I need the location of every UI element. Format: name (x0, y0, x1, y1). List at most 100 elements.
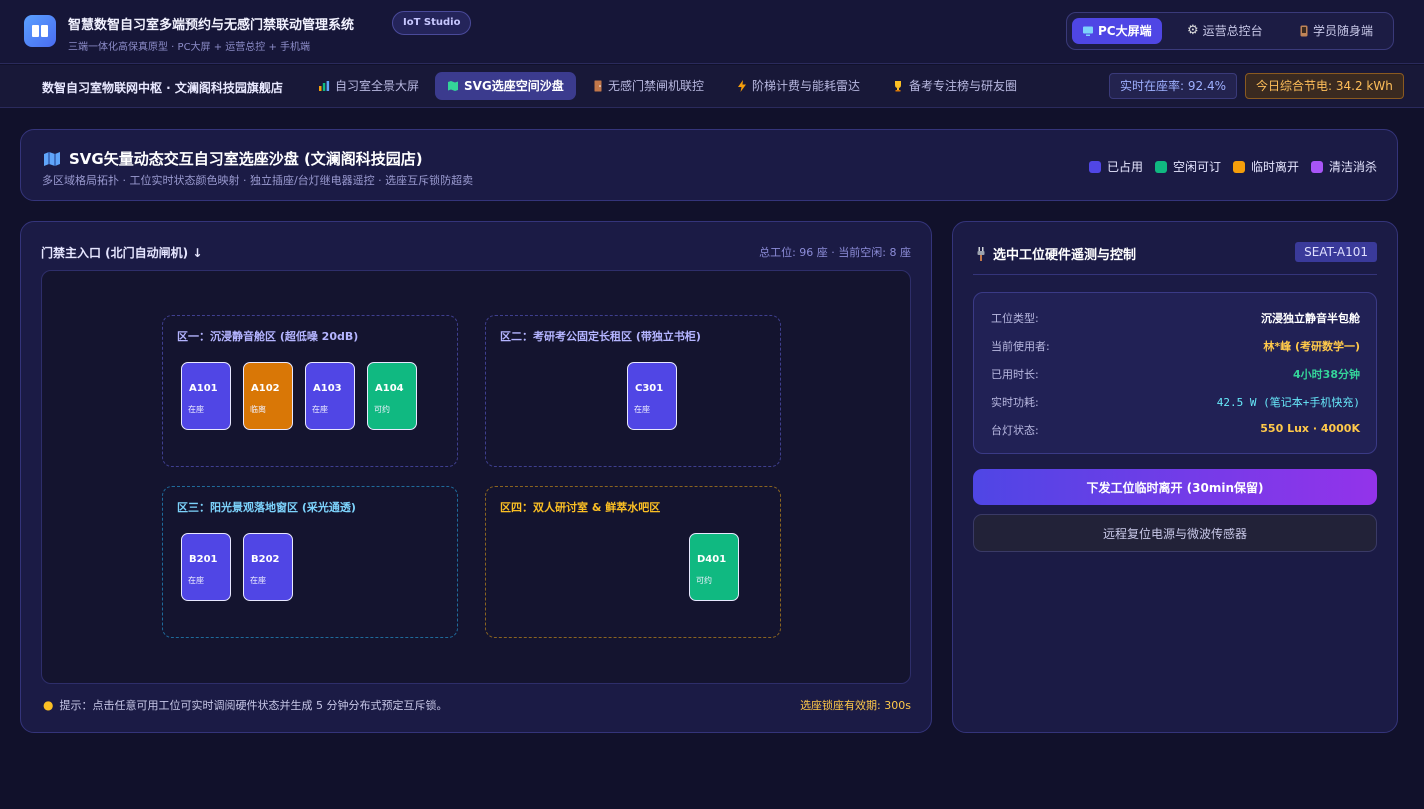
seat-A103[interactable]: A103 在座 (305, 362, 355, 430)
chart-icon (319, 81, 330, 91)
remote-reset-button[interactable]: 远程复位电源与微波传感器 (973, 514, 1377, 552)
zone-title: 区四：双人研讨室 & 鲜萃水吧区 (500, 501, 661, 514)
mode-mobile-button[interactable]: 学员随身端 (1289, 18, 1383, 44)
legend-cleaning: 清洁消杀 (1310, 158, 1377, 175)
tab-label: SVG选座空间沙盘 (464, 79, 564, 93)
mode-label: 运营总控台 (1202, 24, 1263, 38)
capacity-label: 总工位: 96 座 · 当前空闲: 8 座 (759, 246, 911, 259)
tab-billing-energy[interactable]: 阶梯计费与能耗雷达 (725, 72, 872, 100)
tip-text: 提示：点击任意可用工位可实时调阅硬件状态并生成 5 分钟分布式预定互斥锁。 (59, 699, 448, 712)
tab-dashboard[interactable]: 自习室全景大屏 (306, 72, 431, 100)
telemetry-row-lamp: 台灯状态: 550 Lux · 4000K (991, 422, 1360, 440)
zone-title: 区二：考研考公固定长租区 (带独立书柜) (500, 330, 701, 343)
seat-id: A102 (251, 383, 280, 394)
seat-control-panel: 选中工位硬件遥测与控制 SEAT-A101 工位类型: 沉浸独立静音半包舱 当前… (952, 221, 1398, 733)
zone-title: 区三：阳光景观落地窗区 (采光通透) (177, 501, 356, 514)
telemetry-row-duration: 已用时长: 4小时38分钟 (991, 366, 1360, 384)
telemetry-value: 林*峰 (考研数学一) (1263, 340, 1360, 353)
app-badge: IoT Studio (392, 11, 472, 35)
telemetry-label: 工位类型: (991, 312, 1039, 325)
seat-status: 可约 (696, 576, 712, 585)
energy-saving-badge: 今日综合节电: 34.2 kWh (1245, 73, 1404, 99)
seat-D401[interactable]: D401 可约 (689, 533, 739, 601)
seat-status: 可约 (374, 405, 390, 414)
legend-swatch (1154, 160, 1167, 173)
seat-id: D401 (697, 554, 727, 565)
seat-B201[interactable]: B201 在座 (181, 533, 231, 601)
tab-label: 备考专注榜与研友圈 (909, 79, 1018, 93)
telemetry-value: 沉浸独立静音半包舱 (1261, 312, 1360, 325)
temporary-leave-button[interactable]: 下发工位临时离开 (30min保留) (973, 469, 1377, 505)
lock-validity: 选座锁座有效期: 300s (800, 699, 911, 712)
entrance-label: 门禁主入口 (北门自动闸机) ↓ (41, 246, 203, 260)
app-title: 智慧数智自习室多端预约与无感门禁联动管理系统 (68, 18, 355, 33)
seat-A102[interactable]: A102 临离 (243, 362, 293, 430)
tab-seat-map[interactable]: SVG选座空间沙盘 (435, 72, 576, 100)
telemetry-value: 4小时38分钟 (1293, 368, 1360, 381)
seat-C301[interactable]: C301 在座 (627, 362, 677, 430)
monitor-icon (1083, 26, 1093, 36)
zone-long-term-rental: 区二：考研考公固定长租区 (带独立书柜) C301 在座 (485, 315, 781, 467)
tab-leaderboard[interactable]: 备考专注榜与研友圈 (880, 72, 1029, 100)
telemetry-value: 42.5 W (笔记本+手机快充) (1216, 396, 1360, 409)
nav-bar: 数智自习室物联网中枢 · 文澜阁科技园旗舰店 自习室全景大屏 SVG选座空间沙盘… (0, 65, 1424, 108)
telemetry-label: 实时功耗: (991, 396, 1039, 409)
telemetry-row-type: 工位类型: 沉浸独立静音半包舱 (991, 310, 1360, 328)
trophy-icon (895, 81, 901, 92)
top-header: 智慧数智自习室多端预约与无感门禁联动管理系统 IoT Studio 三端一体化高… (0, 0, 1424, 64)
lightbulb-icon: ● (43, 698, 54, 712)
zone-window-view: 区三：阳光景观落地窗区 (采光通透) B201 在座 B202 在座 (162, 486, 458, 638)
tab-label: 阶梯计费与能耗雷达 (752, 79, 861, 93)
map-icon (44, 151, 60, 166)
tab-label: 自习室全景大屏 (335, 79, 420, 93)
tab-label: 无感门禁闸机联控 (608, 79, 705, 93)
book-icon (32, 25, 48, 37)
control-title-text: 选中工位硬件遥测与控制 (993, 248, 1137, 263)
mode-switch: PC大屏端 ⚙ 运营总控台 学员随身端 (1066, 12, 1394, 50)
seat-id: A101 (189, 383, 218, 394)
seat-id: A103 (313, 383, 342, 394)
gear-icon: ⚙ (1187, 23, 1199, 38)
seat-status: 临离 (250, 405, 266, 414)
seat-id: A104 (375, 383, 404, 394)
mode-ops-button[interactable]: ⚙ 运营总控台 (1177, 18, 1273, 44)
legend-swatch (1232, 160, 1245, 173)
app-subtitle: 三端一体化高保真原型 · PC大屏 + 运营总控 + 手机端 (68, 42, 311, 53)
mode-pc-button[interactable]: PC大屏端 (1072, 18, 1162, 44)
telemetry-row-user: 当前使用者: 林*峰 (考研数学一) (991, 338, 1360, 356)
legend-label: 已占用 (1106, 160, 1143, 174)
seat-sandbox: 区一：沉浸静音舱区 (超低噪 20dB) A101 在座 A102 临离 A10… (41, 270, 911, 684)
control-title: 选中工位硬件遥测与控制 (977, 244, 1136, 263)
legend-away: 临时离开 (1232, 158, 1299, 175)
legend-occupied: 已占用 (1088, 158, 1143, 175)
legend-free: 空闲可订 (1154, 158, 1221, 175)
telemetry-label: 当前使用者: (991, 340, 1050, 353)
zone-silent-pods: 区一：沉浸静音舱区 (超低噪 20dB) A101 在座 A102 临离 A10… (162, 315, 458, 467)
door-icon (594, 80, 602, 92)
selected-seat-code: SEAT-A101 (1295, 242, 1377, 262)
legend-label: 清洁消杀 (1328, 160, 1377, 174)
legend-swatch (1088, 160, 1101, 173)
telemetry-label: 已用时长: (991, 368, 1039, 381)
telemetry-card: 工位类型: 沉浸独立静音半包舱 当前使用者: 林*峰 (考研数学一) 已用时长:… (973, 292, 1377, 454)
seat-A104[interactable]: A104 可约 (367, 362, 417, 430)
tab-gate-control[interactable]: 无感门禁闸机联控 (581, 72, 716, 100)
seat-status: 在座 (250, 576, 266, 585)
seat-A101[interactable]: A101 在座 (181, 362, 231, 430)
status-legend: 已占用 空闲可订 临时离开 清洁消杀 (1088, 158, 1377, 175)
plug-icon (977, 246, 985, 261)
seat-status: 在座 (634, 405, 650, 414)
legend-swatch (1310, 160, 1323, 173)
divider (973, 274, 1377, 275)
telemetry-label: 台灯状态: (991, 424, 1039, 437)
seat-B202[interactable]: B202 在座 (243, 533, 293, 601)
seat-status: 在座 (188, 405, 204, 414)
occupancy-badge: 实时在座率: 92.4% (1109, 73, 1237, 99)
telemetry-row-power: 实时功耗: 42.5 W (笔记本+手机快充) (991, 394, 1360, 412)
site-name: 数智自习室物联网中枢 · 文澜阁科技园旗舰店 (42, 81, 283, 95)
mode-label: 学员随身端 (1313, 24, 1374, 38)
seat-tip: ● 提示：点击任意可用工位可实时调阅硬件状态并生成 5 分钟分布式预定互斥锁。 (43, 697, 447, 713)
seat-status: 在座 (312, 405, 328, 414)
zone-title: 区一：沉浸静音舱区 (超低噪 20dB) (177, 330, 359, 343)
seat-map-panel: 门禁主入口 (北门自动闸机) ↓ 总工位: 96 座 · 当前空闲: 8 座 区… (20, 221, 932, 733)
